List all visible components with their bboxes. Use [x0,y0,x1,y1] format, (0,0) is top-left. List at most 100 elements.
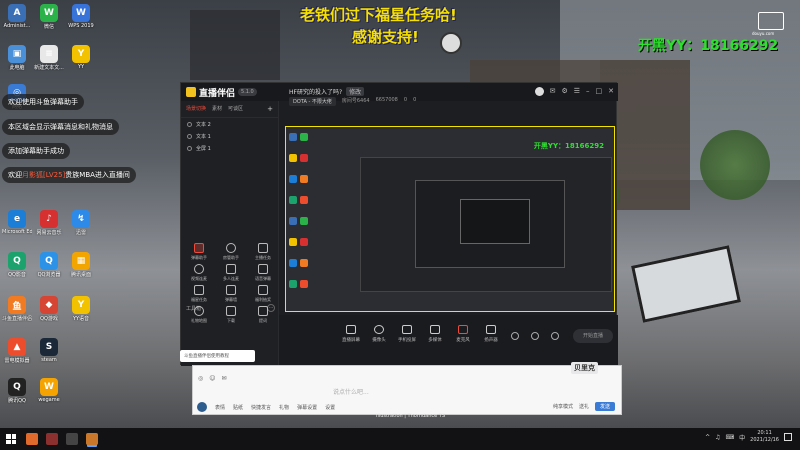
taskbar-app-2[interactable] [46,433,58,445]
eye-icon[interactable] [187,133,192,139]
chat-toolbar-icon[interactable]: ☺ [209,375,215,382]
taskbar-app-1[interactable] [26,433,38,445]
tray-volume-icon[interactable]: ♫ [715,434,720,441]
chat-input[interactable]: 说点什么吧... [333,385,563,397]
desktop-icon[interactable]: ▲ 雷电模拟器 [2,338,32,364]
toolbox-item-label: 提词 [259,318,267,323]
toolbox-item-label: 视频连麦 [191,276,207,281]
clock[interactable]: 20:11 2021/12/16 [750,430,779,444]
toolbox-item[interactable]: 弹幕墙 [218,285,244,303]
desktop-icon[interactable]: Y YY语音 [66,296,96,322]
desktop-icon[interactable]: eMicrosoft Edge [2,210,32,235]
desktop-icon[interactable]: Ssteam [34,338,64,363]
bottom-tool-button[interactable]: 直播屏幕 [337,325,365,343]
clip-icon[interactable] [531,332,539,340]
chat-toolbar-icon[interactable]: ◎ [198,375,203,382]
taskbar-app-4[interactable] [86,433,98,445]
toolbox-item[interactable]: 下载 [218,306,244,324]
bottom-tool-button[interactable]: 多媒体 [421,325,449,343]
stream-preview[interactable]: 开黑YY：18166292 [285,126,615,312]
desktop-icon[interactable]: Q QQ影音 [2,252,32,278]
chat-bottom-item[interactable]: 弹幕设置 [297,404,317,411]
more-icon[interactable] [551,332,559,340]
toolbox-item[interactable]: 语音弹幕 [250,264,276,282]
desktop-icon[interactable]: Y YY [66,45,96,70]
chat-input-window[interactable]: ◎ ☺ ✉ 说点什么吧... 表情 贴纸 快捷发言 礼物 弹幕设置 设置 纯享模式 送礼 发送 [192,365,622,415]
wallpaper-clothes [190,10,280,80]
desktop-icon[interactable]: ≡ 新建文本文... [34,45,64,71]
eye-icon[interactable] [187,121,192,127]
camera-watermark: douyu.com [752,31,775,36]
toolbox-item[interactable]: 视频连麦 [186,264,212,282]
mail-icon[interactable]: ✉ [550,87,556,96]
eye-icon[interactable] [187,145,192,151]
windows-start-icon[interactable] [6,434,16,444]
desktop-icon[interactable]: W WPS 2019 [66,4,96,29]
record-icon[interactable] [511,332,519,340]
pure-mode-toggle[interactable]: 纯享模式 [553,403,573,410]
chat-bottom-item[interactable]: 表情 [215,404,225,411]
settings-icon[interactable]: ⚙ [561,87,567,96]
bottom-tool-button[interactable]: 手机投屏 [393,325,421,343]
add-scene-button[interactable]: + [267,105,273,113]
scene-tab[interactable]: 场景切换 [186,105,206,113]
toolbox-item[interactable]: 福星任务 [186,285,212,303]
scene-tab[interactable]: 素材 [212,105,222,113]
notification-icon[interactable] [784,433,792,441]
tray-expand-icon[interactable]: ^ [705,434,710,441]
taskbar: ^ ♫ ⌨ 中 20:11 2021/12/16 [0,428,800,450]
toolbox-item[interactable]: 多人连麦 [218,264,244,282]
desktop-icon[interactable]: ↯ 迅雷 [66,210,96,236]
gift-button[interactable]: 送礼 [579,403,589,410]
desktop-icon[interactable]: W 微信 [34,4,64,30]
streaming-app-window[interactable]: 直播伴侣 5.1.0 HF研究的投入了吗? 修改 ✉ ⚙ ☰ – □ ✕ DOT… [180,82,618,366]
toolbox-item[interactable]: 礼物地图 [186,306,212,324]
danmaku-text-pre: 欢迎 [8,171,22,179]
desktop-icon[interactable]: ▣ 此电脑 [2,45,32,71]
avatar-icon[interactable] [534,87,544,96]
bottom-tool-button[interactable]: 摄像头 [365,325,393,343]
chat-bottom-item[interactable]: 设置 [325,404,335,411]
bottom-tool-button[interactable]: 扬声器 [477,325,505,343]
chat-bottom-item[interactable]: 贴纸 [233,404,243,411]
stream-category[interactable]: DOTA - 不限大佬 [289,97,336,106]
user-avatar[interactable] [197,402,207,412]
menu-icon[interactable]: ☰ [574,87,580,96]
desktop-icon[interactable]: A Administ... [2,4,32,29]
desktop-icon[interactable]: Wwegame [34,378,64,403]
preview-desktop-icon [289,154,297,162]
toolbox-item[interactable]: 提词 [250,306,276,324]
toolbox-item[interactable]: 福利抽奖 [250,285,276,303]
taskbar-app-3[interactable] [66,433,78,445]
send-button[interactable]: 发送 [594,402,615,411]
desktop-icon[interactable]: Q 腾讯QQ [2,378,32,404]
preview-desktop-icon [300,196,308,204]
tutorial-tip[interactable]: 斗鱼直播伴侣使用教程 [180,350,255,362]
chat-toolbar-icon[interactable]: ✉ [222,375,227,382]
close-icon[interactable]: ✕ [608,87,614,96]
maximize-icon[interactable]: □ [596,87,603,96]
desktop-icon[interactable]: ◆ QQ游戏 [34,296,64,322]
input-language[interactable]: 中 [739,433,745,442]
start-live-button[interactable]: 开始直播 [573,329,613,343]
desktop-icon[interactable]: ♪ 网易云音乐 [34,210,64,236]
toolbox-item[interactable]: 房管助手 [218,243,244,261]
tray-keyboard-icon[interactable]: ⌨ [725,434,734,441]
toolbox-item-label: 弹幕助手 [191,255,207,260]
scene-tab[interactable]: 可谈区 [228,105,243,113]
source-row[interactable]: 全屏 1 [181,142,278,154]
desktop-icon[interactable]: Q QQ浏览器 [34,252,64,278]
desktop-icon[interactable]: 鱼斗鱼直播伴侣 [2,296,32,322]
bottom-tool-label: 麦克风 [456,338,470,343]
chat-bottom-item[interactable]: 礼物 [279,404,289,411]
minimize-icon[interactable]: – [586,87,590,96]
toolbox-item[interactable]: 主播任务 [250,243,276,261]
source-row[interactable]: 文本 2 [181,118,278,130]
source-row[interactable]: 文本 1 [181,130,278,142]
bottom-tool-button[interactable]: 麦克风 [449,325,477,343]
bottom-toolbar: 直播屏幕 摄像头 手机投屏 多媒体 麦克风 扬声器 开始直播 [279,315,618,366]
desktop-icon[interactable]: ▦ 腾讯桌面 [66,252,96,278]
chat-bottom-item[interactable]: 快捷发言 [251,404,271,411]
edit-title-button[interactable]: 修改 [346,87,365,96]
toolbox-item[interactable]: 弹幕助手 [186,243,212,261]
